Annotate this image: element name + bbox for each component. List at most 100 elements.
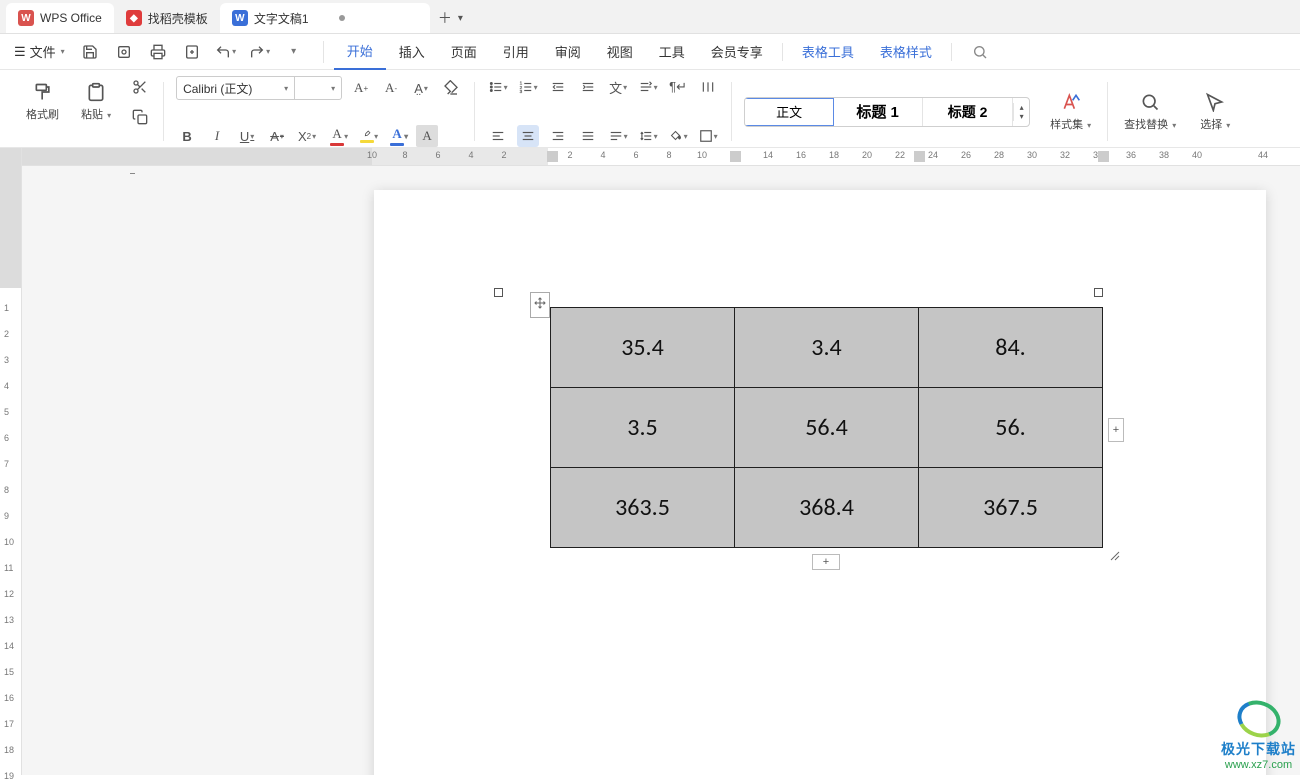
menu-table-styles[interactable]: 表格样式 <box>867 34 945 70</box>
table-cell[interactable]: 3.4 <box>735 308 919 388</box>
style-scroll-down[interactable]: ▾ <box>1014 112 1029 121</box>
tab-app[interactable]: W WPS Office <box>6 3 114 33</box>
menu-view[interactable]: 视图 <box>594 34 646 70</box>
font-selector[interactable]: Calibri (正文)▾ ▾ <box>176 76 342 100</box>
table-row[interactable]: 3.5 56.4 56. <box>551 388 1103 468</box>
shading-button[interactable]: A <box>416 125 438 147</box>
increase-indent-button[interactable] <box>577 76 599 98</box>
table-row[interactable]: 35.4 3.4 84. <box>551 308 1103 388</box>
format-marks-button[interactable]: ¶↵ <box>667 76 689 98</box>
strikethrough-button[interactable]: A▾ <box>266 125 288 147</box>
align-distribute-button[interactable]: ▾ <box>607 125 629 147</box>
tab-templates[interactable]: ◆ 找稻壳模板 <box>114 3 220 33</box>
bold-button[interactable]: B <box>176 125 198 147</box>
table-cell[interactable]: 84. <box>919 308 1103 388</box>
indent-marker-right[interactable] <box>1098 151 1109 162</box>
save-button[interactable] <box>79 41 101 63</box>
bullets-button[interactable]: ▾ <box>487 76 509 98</box>
style-heading1[interactable]: 标题 1 <box>833 98 923 126</box>
print-preview-button[interactable] <box>113 41 135 63</box>
cut-button[interactable] <box>129 76 151 98</box>
document-table[interactable]: 35.4 3.4 84. 3.5 56.4 56. 363.5 368.4 36… <box>550 307 1103 548</box>
tab-document[interactable]: W 文字文稿1 <box>220 3 430 33</box>
work-area: 432112345678910111213141516171819 108642… <box>0 148 1300 775</box>
find-replace-button[interactable]: 查找替换 ▾ <box>1120 90 1180 134</box>
paste-button[interactable]: 粘贴 ▾ <box>77 80 115 124</box>
fill-color-button[interactable]: ▾ <box>667 125 689 147</box>
style-set-button[interactable]: 样式集 ▾ <box>1046 90 1095 134</box>
style-normal[interactable]: 正文 <box>744 98 834 126</box>
align-right-button[interactable] <box>547 125 569 147</box>
table-cell[interactable]: 367.5 <box>919 468 1103 548</box>
add-column-handle[interactable]: + <box>1108 418 1124 442</box>
text-direction-button[interactable] <box>697 76 719 98</box>
vertical-ruler[interactable]: 432112345678910111213141516171819 <box>0 148 22 775</box>
column-marker[interactable] <box>914 151 925 162</box>
indent-marker[interactable] <box>547 151 558 162</box>
decrease-font-button[interactable]: A- <box>380 77 402 99</box>
menu-table-tools[interactable]: 表格工具 <box>789 34 867 70</box>
menu-reference[interactable]: 引用 <box>490 34 542 70</box>
underline-button[interactable]: U▾ <box>236 125 258 147</box>
table-cell[interactable]: 35.4 <box>551 308 735 388</box>
table-row[interactable]: 363.5 368.4 367.5 <box>551 468 1103 548</box>
align-center-button[interactable] <box>517 125 539 147</box>
table-cell[interactable]: 56.4 <box>735 388 919 468</box>
tab-overflow-button[interactable]: ▾ <box>458 13 463 24</box>
column-marker[interactable] <box>730 151 741 162</box>
table-cell[interactable]: 3.5 <box>551 388 735 468</box>
menu-insert[interactable]: 插入 <box>386 34 438 70</box>
export-button[interactable] <box>181 41 203 63</box>
line-spacing-button[interactable]: ▾ <box>637 125 659 147</box>
decrease-indent-button[interactable] <box>547 76 569 98</box>
clipboard-group: 格式刷 粘贴 ▾ <box>14 76 159 147</box>
table-move-handle[interactable] <box>530 292 550 318</box>
selection-handle[interactable] <box>494 288 503 297</box>
search-button[interactable] <box>972 44 988 60</box>
table-cell[interactable]: 368.4 <box>735 468 919 548</box>
text-effects-button[interactable]: A▾ <box>386 125 408 147</box>
table-cell[interactable]: 56. <box>919 388 1103 468</box>
undo-button[interactable]: ▾ <box>215 41 237 63</box>
tab-document-label: 文字文稿1 <box>254 10 309 27</box>
format-painter-button[interactable]: 格式刷 <box>22 80 63 124</box>
font-color-button[interactable]: A▾ <box>326 125 348 147</box>
chevron-down-icon: ▾ <box>331 84 335 93</box>
new-tab-button[interactable]: ＋ <box>438 8 452 28</box>
superscript-button[interactable]: X2▾ <box>296 125 318 147</box>
selection-handle[interactable] <box>1094 288 1103 297</box>
align-left-button[interactable] <box>487 125 509 147</box>
bullets-icon <box>489 80 503 94</box>
style-heading2[interactable]: 标题 2 <box>923 98 1013 126</box>
qat-more-button[interactable]: ▾ <box>283 41 305 63</box>
phonetic-button[interactable]: 文▾ <box>607 76 629 98</box>
copy-button[interactable] <box>129 106 151 128</box>
align-justify-button[interactable] <box>577 125 599 147</box>
highlight-button[interactable]: ▾ <box>356 125 378 147</box>
separator <box>474 82 475 141</box>
redo-button[interactable]: ▾ <box>249 41 271 63</box>
file-menu[interactable]: ☰ 文件 ▾ <box>14 42 65 61</box>
menu-home[interactable]: 开始 <box>334 34 386 70</box>
select-button[interactable]: 选择 ▾ <box>1196 90 1234 134</box>
borders-button[interactable]: ▾ <box>697 125 719 147</box>
menu-page[interactable]: 页面 <box>438 34 490 70</box>
horizontal-ruler[interactable]: 1086422468101416182022242628303234363840… <box>22 148 1300 166</box>
chevron-down-icon: ▾ <box>61 47 65 56</box>
add-row-handle[interactable]: + <box>812 554 840 570</box>
increase-font-button[interactable]: A+ <box>350 77 372 99</box>
style-scroll-up[interactable]: ▴ <box>1014 103 1029 112</box>
print-button[interactable] <box>147 41 169 63</box>
italic-button[interactable]: I <box>206 125 228 147</box>
menu-tools[interactable]: 工具 <box>646 34 698 70</box>
resize-handle[interactable] <box>1108 548 1117 557</box>
ltr-button[interactable]: ▾ <box>637 76 659 98</box>
numbering-button[interactable]: 123▾ <box>517 76 539 98</box>
document-canvas[interactable]: ⎯ 35.4 3.4 84. 3.5 56.4 56. <box>22 166 1300 775</box>
table-cell[interactable]: 363.5 <box>551 468 735 548</box>
clear-format-button[interactable] <box>440 77 462 99</box>
change-case-button[interactable]: A̤▾ <box>410 77 432 99</box>
menu-member[interactable]: 会员专享 <box>698 34 776 70</box>
menu-review[interactable]: 审阅 <box>542 34 594 70</box>
search-icon <box>1140 92 1160 112</box>
